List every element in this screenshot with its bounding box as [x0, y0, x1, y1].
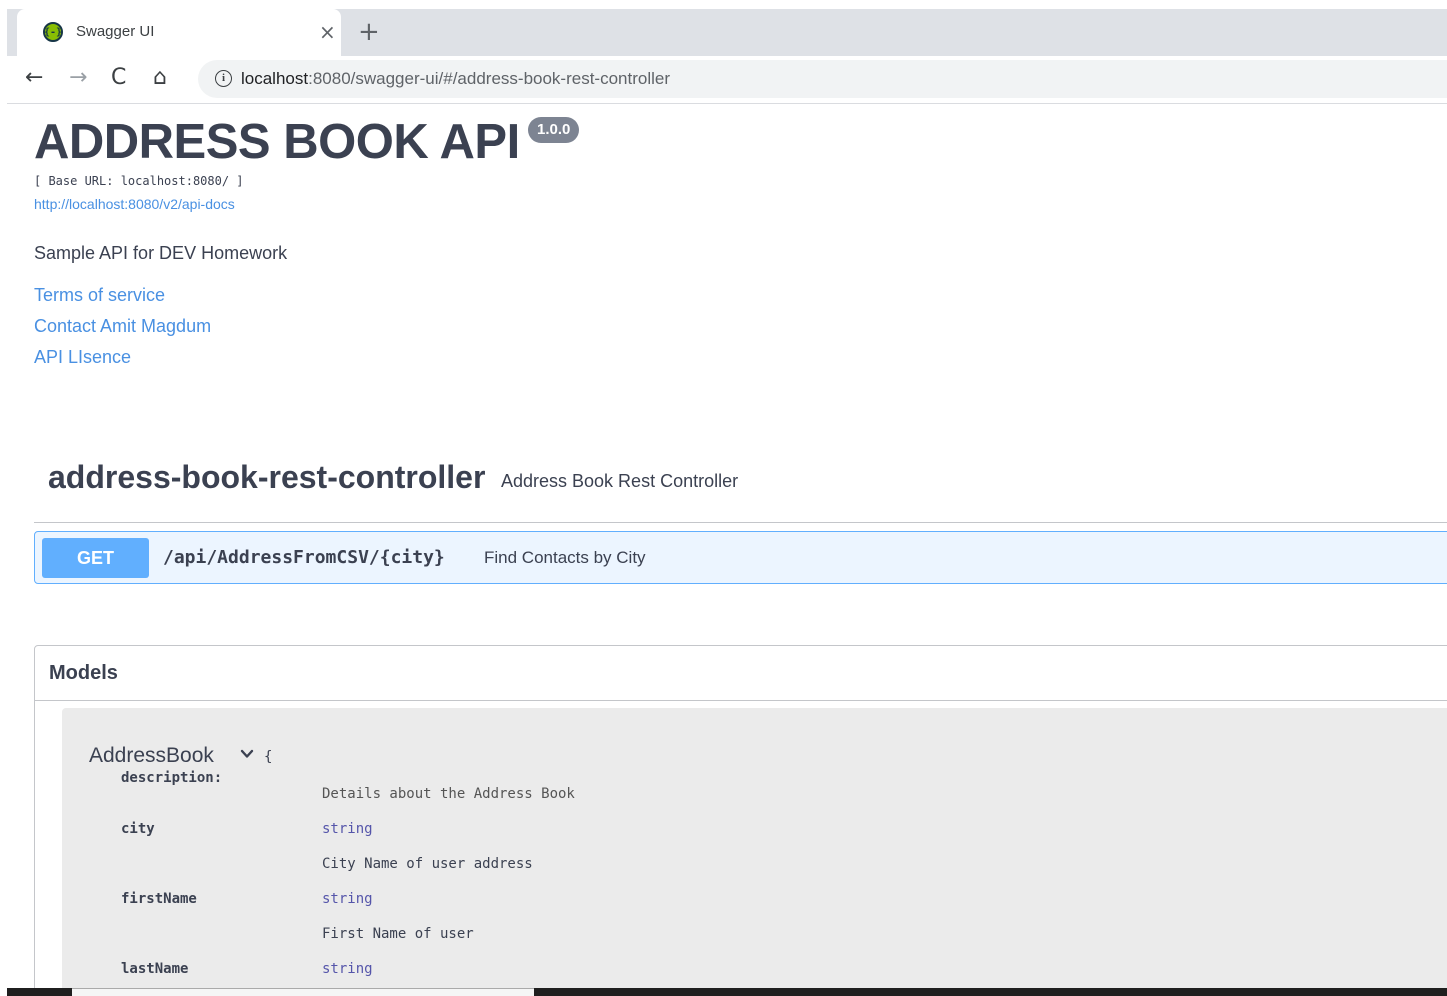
property-type: string [322, 821, 373, 837]
property-name: city [121, 821, 155, 837]
license-link[interactable]: API LIsence [34, 347, 131, 368]
back-arrow-icon[interactable]: ← [25, 65, 43, 90]
os-taskbar [7, 988, 1447, 996]
tab-strip: {-} Swagger UI × + [7, 9, 1447, 56]
operation-path: /api/AddressFromCSV/{city} [163, 547, 445, 568]
swagger-favicon-icon: {-} [43, 22, 63, 42]
property-type: string [322, 891, 373, 907]
taskbar-active-window[interactable] [72, 988, 534, 996]
property-type: string [322, 961, 373, 977]
operation-get-address-by-city[interactable]: GET /api/AddressFromCSV/{city} Find Cont… [34, 531, 1447, 584]
method-badge: GET [42, 538, 149, 578]
forward-arrow-icon[interactable]: → [69, 65, 87, 90]
contact-link[interactable]: Contact Amit Magdum [34, 316, 211, 337]
close-tab-icon[interactable]: × [319, 20, 336, 44]
site-info-icon[interactable]: i [215, 70, 232, 87]
browser-toolbar: ← → C ⌂ i localhost:8080/swagger-ui/#/ad… [7, 56, 1447, 104]
base-url: [ Base URL: localhost:8080/ ] [34, 174, 244, 188]
description-label: description: [121, 770, 223, 786]
models-divider [35, 700, 1447, 701]
chevron-down-icon[interactable] [239, 746, 255, 762]
open-brace: { [264, 749, 273, 765]
models-section: Models AddressBook { description: Detail… [34, 645, 1447, 988]
property-name: firstName [121, 891, 197, 907]
tag-description: Address Book Rest Controller [501, 471, 739, 491]
swagger-page: ADDRESS BOOK API 1.0.0 [ Base URL: local… [7, 104, 1447, 988]
url-host: localhost [241, 69, 309, 88]
terms-of-service-link[interactable]: Terms of service [34, 285, 165, 306]
url-path: :8080/swagger-ui/#/address-book-rest-con… [308, 69, 671, 88]
api-docs-link[interactable]: http://localhost:8080/v2/api-docs [34, 196, 235, 212]
property-name: lastName [121, 961, 189, 977]
api-description: Sample API for DEV Homework [34, 243, 288, 263]
tag-name: address-book-rest-controller [48, 459, 486, 495]
property-description: City Name of user address [322, 856, 533, 872]
address-bar[interactable]: i localhost:8080/swagger-ui/#/address-bo… [198, 60, 1447, 98]
models-title[interactable]: Models [49, 662, 118, 685]
new-tab-icon[interactable]: + [358, 17, 380, 47]
model-name[interactable]: AddressBook [89, 744, 214, 768]
version-badge: 1.0.0 [528, 117, 580, 143]
home-icon[interactable]: ⌂ [153, 65, 167, 90]
model-description: Details about the Address Book [322, 786, 575, 802]
operation-summary: Find Contacts by City [484, 548, 646, 567]
api-title: ADDRESS BOOK API [34, 115, 520, 169]
browser-chrome: {-} Swagger UI × + ← → C ⌂ i localhost:8… [7, 9, 1447, 104]
model-address-book: AddressBook { description: Details about… [62, 708, 1447, 988]
browser-tab[interactable]: {-} Swagger UI × [17, 9, 341, 56]
url-text[interactable]: localhost:8080/swagger-ui/#/address-book… [241, 69, 670, 89]
reload-icon[interactable]: C [111, 65, 126, 90]
property-description: First Name of user [322, 926, 474, 942]
tag-section-header[interactable]: address-book-rest-controller Address Boo… [34, 459, 1447, 523]
tab-title: Swagger UI [76, 23, 155, 40]
